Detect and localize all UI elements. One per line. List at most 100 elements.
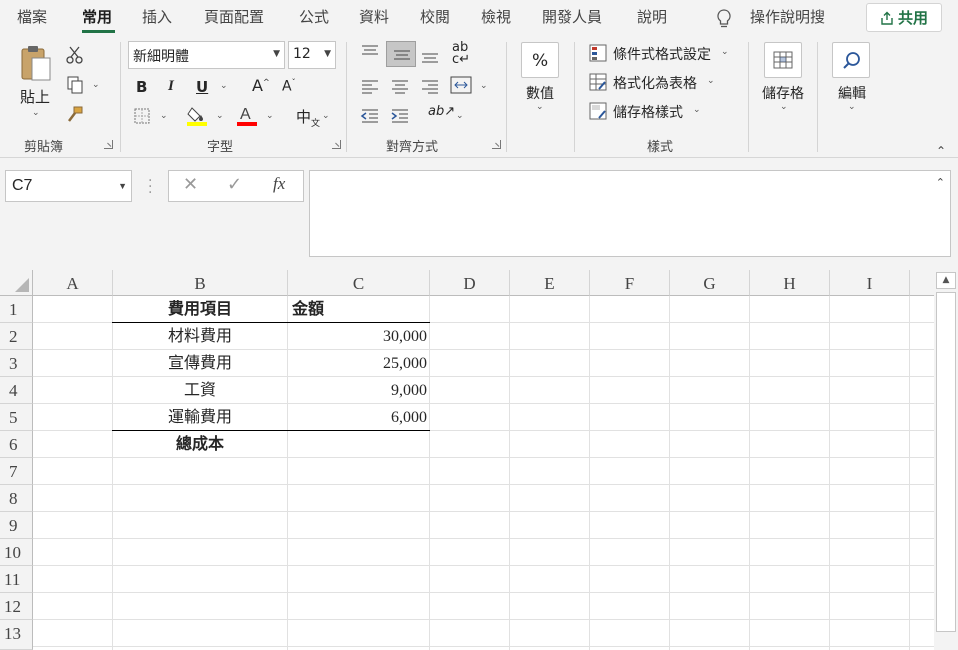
scroll-up-icon[interactable]: ▲ [936,272,956,289]
italic-icon[interactable]: I [168,78,174,95]
cells-button[interactable] [764,42,802,78]
font-launcher-icon[interactable] [332,140,341,149]
row-header-5[interactable]: 5 [0,404,33,431]
insert-function-icon[interactable]: fx [273,174,285,194]
bold-icon[interactable]: B [136,78,147,96]
align-bottom-icon[interactable] [420,48,440,64]
copy-dropdown-icon[interactable]: ⌄ [92,80,100,90]
tab-view[interactable]: 檢視 [481,6,511,27]
column-header-e[interactable]: E [510,270,590,296]
clipboard-launcher-icon[interactable] [104,140,113,149]
tab-review[interactable]: 校閱 [420,6,450,27]
row-header-9[interactable]: 9 [0,512,33,539]
row-header-8[interactable]: 8 [0,485,33,512]
row-header-12[interactable]: 12 [0,593,33,620]
column-header-d[interactable]: D [430,270,510,296]
decrease-font-size-icon[interactable]: Aˇ [282,78,296,95]
cell-c2[interactable]: 30,000 [288,323,427,350]
cell-c3[interactable]: 25,000 [288,350,427,377]
cell-b5[interactable]: 運輸費用 [113,404,287,431]
cancel-icon[interactable]: ✕ [183,174,198,195]
underline-dropdown-icon[interactable]: ⌄ [220,81,228,91]
fill-color-dropdown-icon[interactable]: ⌄ [216,111,224,121]
row-header-4[interactable]: 4 [0,377,33,404]
formula-input[interactable]: ⌃ [309,170,951,257]
tab-file[interactable]: 檔案 [17,6,47,27]
align-left-icon[interactable] [360,78,380,94]
align-center-icon[interactable] [390,78,410,94]
cell-c4[interactable]: 9,000 [288,377,427,404]
select-all-button[interactable] [0,270,33,296]
tab-help[interactable]: 說明 [637,6,667,27]
borders-dropdown-icon[interactable]: ⌄ [160,111,168,121]
enter-icon[interactable]: ✓ [227,174,242,195]
merge-dropdown-icon[interactable]: ⌄ [480,81,488,91]
cell-b2[interactable]: 材料費用 [113,323,287,350]
cells-dropdown-icon[interactable]: ⌄ [780,102,788,112]
vertical-scrollbar[interactable]: ▲ [934,270,958,650]
align-right-icon[interactable] [420,78,440,94]
decrease-indent-icon[interactable] [360,108,380,124]
tell-me-search[interactable]: 操作說明搜 [750,6,825,27]
font-size-select[interactable]: 12 ▼ [288,41,336,69]
column-header-partial[interactable] [910,270,934,296]
row-header-1[interactable]: 1 [0,296,33,323]
format-as-table-button[interactable]: 格式化為表格 ⌄ [589,73,739,93]
format-painter-icon[interactable] [66,106,84,124]
paste-button[interactable]: 貼上 ⌄ [14,42,58,122]
row-header-11[interactable]: 11 [0,566,33,593]
column-header-c[interactable]: C [288,270,430,296]
wrap-text-icon[interactable]: ab c↵ [452,41,470,66]
row-header-2[interactable]: 2 [0,323,33,350]
phonetic-dropdown-icon[interactable]: ⌄ [322,111,330,121]
font-color-icon[interactable]: A [236,104,258,126]
phonetic-guide-icon[interactable]: 中文 [296,106,320,129]
cell-styles-button[interactable]: 儲存格樣式 ⌄ [589,102,739,122]
name-box[interactable]: C7 ▼ [5,170,132,202]
tab-insert[interactable]: 插入 [142,6,172,27]
row-header-6[interactable]: 6 [0,431,33,458]
font-name-select[interactable]: 新細明體 ▼ [128,41,285,69]
orientation-icon[interactable]: ab↗ [428,104,455,119]
conditional-formatting-button[interactable]: 條件式格式設定 ⌄ [589,44,739,64]
number-format-button[interactable]: % [521,42,559,78]
increase-font-size-icon[interactable]: A^ [252,76,270,95]
merge-center-icon[interactable] [450,76,472,94]
tab-data[interactable]: 資料 [359,6,389,27]
borders-icon[interactable] [134,108,150,124]
align-middle-button[interactable] [386,41,416,67]
column-header-g[interactable]: G [670,270,750,296]
cell-b4[interactable]: 工資 [113,377,287,404]
cell-c1[interactable]: 金額 [292,296,428,323]
fill-color-icon[interactable] [186,104,208,126]
editing-dropdown-icon[interactable]: ⌄ [848,102,856,112]
share-button[interactable]: 共用 [866,3,942,32]
cut-icon[interactable] [66,46,84,64]
cell-b6[interactable]: 總成本 [113,431,287,458]
collapse-formula-bar-icon[interactable]: ⌃ [936,176,945,189]
row-header-10[interactable]: 10 [0,539,33,566]
row-header-3[interactable]: 3 [0,350,33,377]
cell-b1[interactable]: 費用項目 [113,296,287,323]
number-dropdown-icon[interactable]: ⌄ [536,102,544,112]
font-color-dropdown-icon[interactable]: ⌄ [266,111,274,121]
column-header-h[interactable]: H [750,270,830,296]
tab-formulas[interactable]: 公式 [299,6,329,27]
column-header-i[interactable]: I [830,270,910,296]
splitter-handle-icon[interactable]: · · · [148,174,152,200]
collapse-ribbon-icon[interactable]: ⌃ [936,144,946,158]
alignment-launcher-icon[interactable] [492,140,501,149]
copy-icon[interactable] [66,76,84,94]
underline-icon[interactable]: U [196,78,208,96]
orientation-dropdown-icon[interactable]: ⌄ [456,111,464,121]
scrollbar-thumb[interactable] [936,292,956,632]
cell-b3[interactable]: 宣傳費用 [113,350,287,377]
column-header-f[interactable]: F [590,270,670,296]
tab-page-layout[interactable]: 頁面配置 [204,6,264,27]
column-header-b[interactable]: B [113,270,288,296]
row-header-7[interactable]: 7 [0,458,33,485]
editing-button[interactable] [832,42,870,78]
cell-c5[interactable]: 6,000 [288,404,427,431]
align-top-icon[interactable] [360,44,380,60]
increase-indent-icon[interactable] [390,108,410,124]
